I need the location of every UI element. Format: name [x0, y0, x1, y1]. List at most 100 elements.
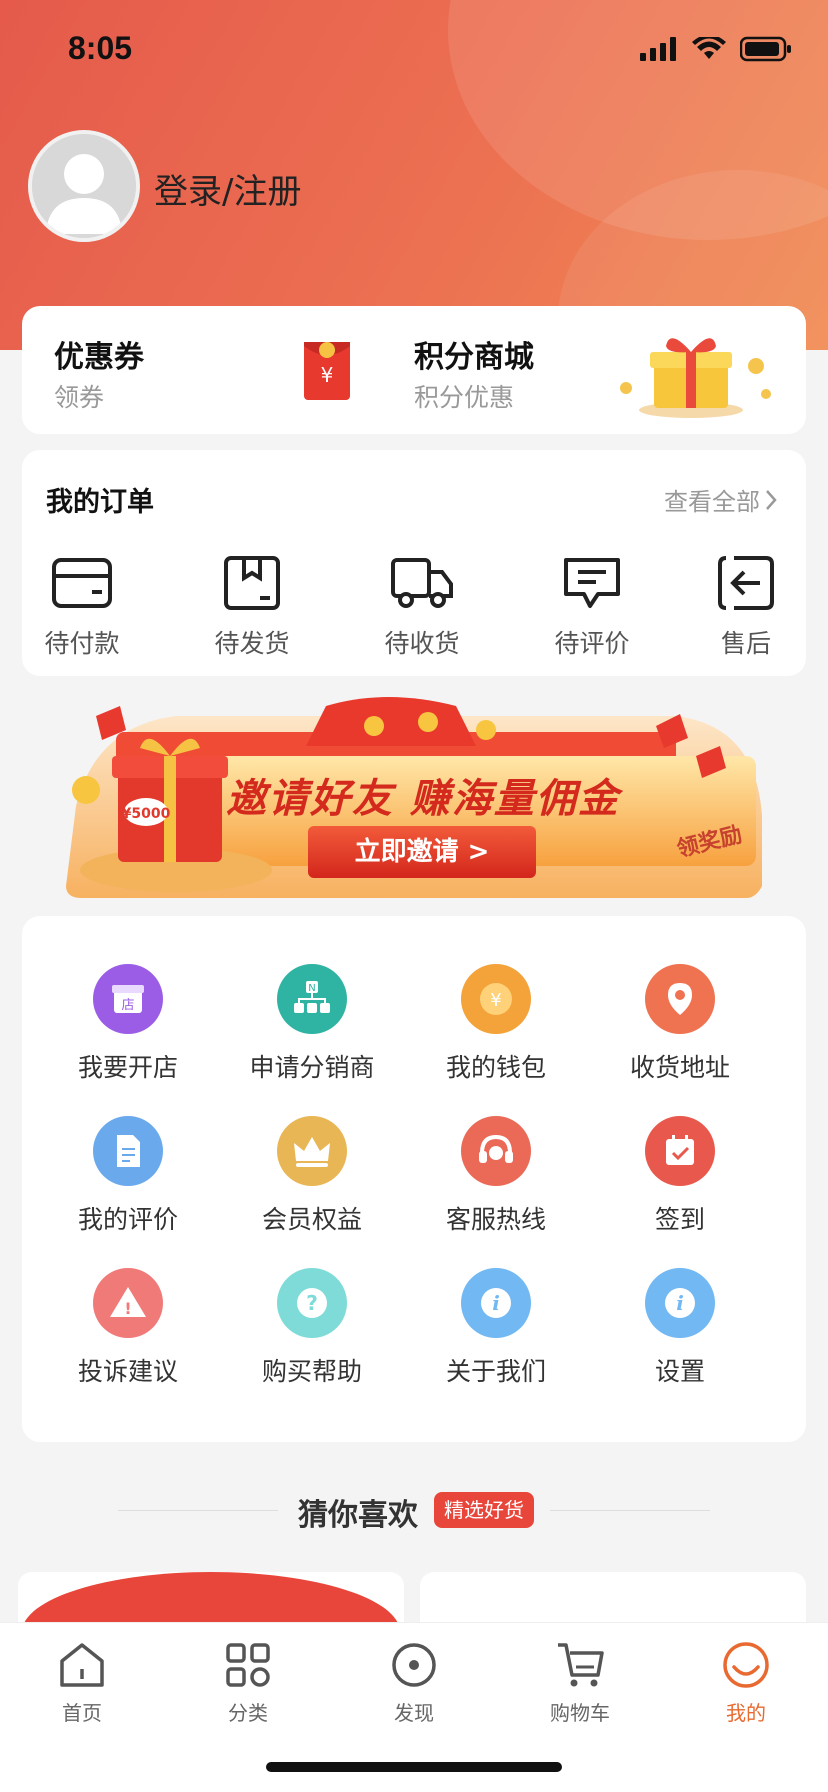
box-icon: [224, 556, 280, 610]
svg-text:i: i: [676, 1291, 684, 1315]
order-label: 待发货: [214, 629, 290, 658]
crown-icon: [277, 1116, 347, 1186]
tab-discover[interactable]: 发现: [354, 1639, 474, 1726]
status-icons: [640, 36, 792, 62]
service-complaints[interactable]: ! 投诉建议: [36, 1268, 220, 1388]
service-purchase-help[interactable]: ? 购买帮助: [220, 1268, 404, 1388]
service-label: 申请分销商: [249, 1053, 375, 1082]
points-mall-title: 积分商城: [414, 340, 534, 375]
location-icon: [645, 964, 715, 1034]
divider: [550, 1510, 710, 1511]
order-after-sales[interactable]: 售后: [686, 554, 806, 660]
order-label: 售后: [720, 629, 771, 658]
gift-box-icon: [620, 338, 771, 418]
red-envelope-icon: ¥: [304, 342, 350, 400]
user-placeholder-icon: [32, 134, 136, 238]
shop-icon: 店: [93, 964, 163, 1034]
tab-label: 分类: [228, 1701, 268, 1725]
service-about-us[interactable]: i 关于我们: [404, 1268, 588, 1388]
view-all-label: 查看全部: [664, 488, 760, 516]
wifi-icon: [692, 37, 726, 59]
document-icon: [93, 1116, 163, 1186]
signal-icon: [640, 37, 676, 61]
coupon-title: 优惠券: [54, 340, 144, 375]
service-label: 我要开店: [77, 1053, 178, 1082]
coupon-symbol: ¥: [321, 363, 334, 387]
service-check-in[interactable]: 签到: [588, 1116, 772, 1236]
tab-label: 发现: [394, 1701, 434, 1725]
status-bar: 8:05: [0, 0, 828, 100]
order-pending-review[interactable]: 待评价: [532, 554, 652, 660]
service-label: 客服热线: [445, 1205, 546, 1234]
service-member-benefits[interactable]: 会员权益: [220, 1116, 404, 1236]
avatar[interactable]: [28, 130, 140, 242]
guess-title: 猜你喜欢: [298, 1498, 418, 1533]
status-time: 8:05: [68, 30, 133, 66]
service-label: 会员权益: [261, 1205, 362, 1234]
svg-text:N: N: [308, 983, 315, 994]
wallet-coin-icon: ¥: [461, 964, 531, 1034]
tab-label: 购物车: [550, 1701, 610, 1725]
calendar-check-icon: [645, 1116, 715, 1186]
services-card: 店 我要开店 N 申请分销商 ¥ 我的钱包 收货地址 我的评价 会员权益 客服热…: [22, 916, 806, 1442]
service-customer-hotline[interactable]: 客服热线: [404, 1116, 588, 1236]
service-my-wallet[interactable]: ¥ 我的钱包: [404, 964, 588, 1084]
service-label: 我的评价: [77, 1205, 178, 1234]
order-pending-payment[interactable]: 待付款: [22, 554, 142, 660]
service-label: 我的钱包: [445, 1053, 546, 1082]
info-icon: i: [645, 1268, 715, 1338]
service-label: 收货地址: [629, 1053, 730, 1082]
service-my-reviews[interactable]: 我的评价: [36, 1116, 220, 1236]
truck-icon: [391, 558, 453, 608]
headset-icon: [461, 1116, 531, 1186]
help-icon: ?: [277, 1268, 347, 1338]
view-all-orders-link[interactable]: 查看全部: [664, 482, 778, 517]
service-label: 签到: [654, 1205, 705, 1234]
points-mall-subtitle: 积分优惠: [414, 383, 515, 412]
svg-text:?: ?: [306, 1291, 318, 1315]
order-label: 待收货: [384, 629, 460, 658]
service-open-shop[interactable]: 店 我要开店: [36, 964, 220, 1084]
divider: [118, 1510, 278, 1511]
home-indicator[interactable]: [266, 1762, 562, 1772]
tab-profile[interactable]: 我的: [686, 1639, 806, 1726]
svg-text:!: !: [124, 1299, 131, 1318]
battery-icon: [740, 36, 791, 62]
order-pending-receipt[interactable]: 待收货: [362, 554, 482, 660]
service-settings[interactable]: i 设置: [588, 1268, 772, 1388]
tab-cart[interactable]: 购物车: [520, 1639, 640, 1726]
distributor-icon: N: [277, 964, 347, 1034]
service-shipping-address[interactable]: 收货地址: [588, 964, 772, 1084]
invite-now-button[interactable]: 立即邀请 >: [308, 826, 536, 878]
svg-text:¥: ¥: [490, 990, 501, 1011]
comment-icon: [564, 558, 620, 608]
login-register-link[interactable]: 登录/注册: [154, 164, 301, 213]
tab-category[interactable]: 分类: [188, 1639, 308, 1726]
gift-amount: ¥5000: [122, 806, 171, 822]
tab-label: 首页: [62, 1701, 102, 1725]
discover-icon: [392, 1643, 436, 1687]
banner-headline: 邀请好友 赚海量佣金: [226, 776, 620, 822]
wallet-icon: [52, 558, 112, 608]
orders-card: 我的订单 查看全部 待付款 待发货 待收货 待评价 售后: [22, 450, 806, 676]
orders-title: 我的订单: [46, 487, 154, 518]
cart-icon: [558, 1643, 604, 1687]
warning-icon: !: [93, 1268, 163, 1338]
promo-card: 优惠券 领券 ¥ 积分商城 积分优惠: [22, 306, 806, 434]
service-label: 投诉建议: [77, 1357, 178, 1386]
profile-smile-icon: [723, 1642, 769, 1688]
svg-text:i: i: [492, 1291, 500, 1315]
svg-text:店: 店: [121, 998, 134, 1013]
return-icon: [718, 556, 774, 610]
coupon-subtitle: 领券: [54, 383, 105, 412]
service-apply-distributor[interactable]: N 申请分销商: [220, 964, 404, 1084]
selected-goods-badge: 精选好货: [434, 1492, 534, 1528]
info-icon: i: [461, 1268, 531, 1338]
service-label: 设置: [654, 1357, 705, 1386]
service-label: 购买帮助: [261, 1357, 362, 1386]
order-pending-shipment[interactable]: 待发货: [192, 554, 312, 660]
tab-home[interactable]: 首页: [22, 1639, 142, 1726]
guess-you-like-header: 猜你喜欢 精选好货: [0, 1488, 828, 1533]
order-label: 待评价: [554, 629, 630, 658]
category-icon: [226, 1643, 270, 1687]
